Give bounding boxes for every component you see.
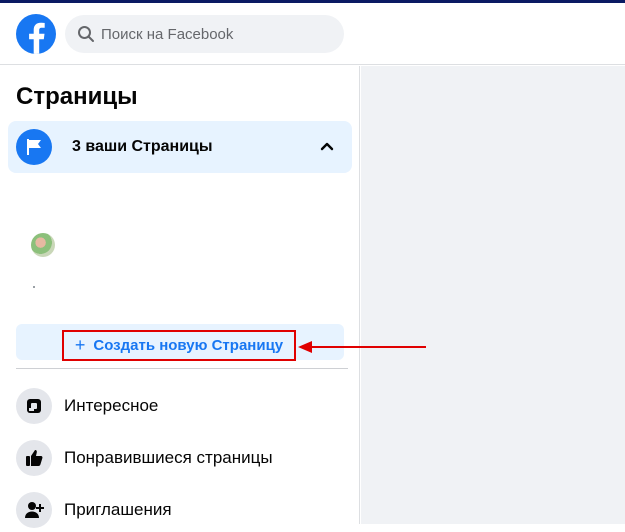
search-icon [77, 25, 95, 43]
discover-icon [16, 388, 52, 424]
your-pages-section-toggle[interactable]: 3 ваши Страницы [8, 121, 352, 173]
create-page-label: Создать новую Страницу [93, 337, 284, 354]
thumbs-up-icon [16, 440, 52, 476]
search-input[interactable] [101, 25, 331, 43]
main-content-area [361, 66, 625, 524]
search-box[interactable] [65, 15, 344, 53]
invite-user-icon [16, 492, 52, 528]
sidebar-item-label: Понравившиеся страницы [64, 448, 273, 467]
divider [16, 368, 348, 369]
sidebar-item-discover[interactable]: Интересное [16, 384, 344, 428]
page-avatar[interactable] [31, 233, 55, 257]
pages-sidebar: Страницы 3 ваши Страницы + Создать новую… [0, 66, 360, 528]
sidebar-item-invites[interactable]: Приглашения [16, 488, 344, 532]
plus-icon: + [74, 335, 86, 355]
page-list-marker [33, 286, 35, 288]
chevron-up-icon[interactable] [320, 139, 334, 153]
sidebar-item-label: Интересное [64, 396, 159, 415]
sidebar-item-liked-pages[interactable]: Понравившиеся страницы [16, 436, 344, 480]
facebook-logo-icon[interactable] [16, 14, 56, 54]
your-pages-label: 3 ваши Страницы [72, 138, 213, 155]
sidebar-item-label: Приглашения [64, 500, 172, 519]
arrow-left-icon [298, 341, 426, 353]
create-page-button[interactable]: + Создать новую Страницу [62, 330, 296, 361]
top-navigation-bar [0, 3, 625, 65]
flag-icon [16, 129, 52, 165]
page-title: Страницы [16, 83, 138, 110]
